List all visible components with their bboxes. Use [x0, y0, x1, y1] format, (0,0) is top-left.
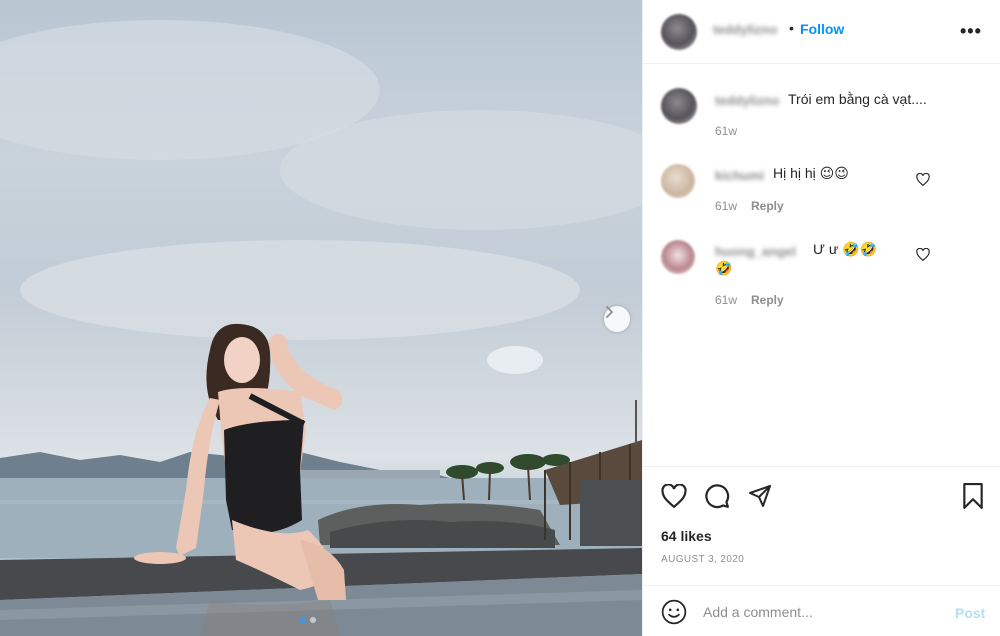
carousel-dot-active [300, 617, 306, 623]
post-photo-drawing [0, 20, 642, 636]
commenter-username[interactable]: teddylizno [715, 93, 779, 108]
chevron-right-icon [606, 306, 613, 318]
reply-button[interactable]: Reply [751, 293, 784, 307]
comment-item: kichumi Hị hị hị 😉😉 61w Reply [643, 160, 1000, 220]
emoji-icon[interactable] [661, 599, 687, 625]
post-header: teddylizno • Follow ••• [643, 0, 1000, 64]
comment-text-line2: 🤣 [715, 260, 733, 276]
commenter-avatar[interactable] [661, 164, 695, 198]
like-comment-heart-icon[interactable] [916, 173, 930, 186]
next-image-button[interactable] [604, 306, 630, 332]
comment-time[interactable]: 61w [715, 124, 737, 138]
carousel-dot [310, 617, 316, 623]
author-username[interactable]: teddylizno [713, 22, 777, 37]
comment-item: huong_angel Ư ư 🤣🤣 🤣 61w Reply [643, 236, 1000, 312]
share-icon[interactable] [747, 484, 773, 508]
like-comment-heart-icon[interactable] [916, 248, 930, 261]
commenter-username[interactable]: huong_angel [715, 244, 796, 259]
caption-comment: teddylizno Trói em bằng cà vạt.... 61w [643, 86, 1000, 146]
header-separator: • [789, 20, 794, 36]
heart-icon[interactable] [661, 484, 687, 508]
post-sidebar: teddylizno • Follow ••• teddylizno Trói … [642, 0, 1000, 636]
bookmark-icon[interactable] [961, 483, 985, 509]
carousel-dots [300, 617, 316, 623]
commenter-username[interactable]: kichumi [715, 168, 764, 183]
commenter-avatar[interactable] [661, 88, 697, 124]
add-comment-input[interactable] [703, 604, 933, 620]
post-comment-button[interactable]: Post [955, 605, 985, 621]
add-comment-bar: Post [643, 585, 1000, 636]
comment-time[interactable]: 61w [715, 293, 737, 307]
post-photo[interactable] [0, 0, 642, 636]
follow-button[interactable]: Follow [800, 21, 844, 37]
reply-button[interactable]: Reply [751, 199, 784, 213]
post-date: AUGUST 3, 2020 [661, 554, 745, 565]
comment-text: Trói em bằng cà vạt.... [788, 91, 927, 107]
likes-count[interactable]: 64 likes [661, 528, 712, 544]
comment-text: Ư ư 🤣🤣 [813, 241, 877, 257]
post-actions [643, 466, 1000, 586]
commenter-avatar[interactable] [661, 240, 695, 274]
author-avatar[interactable] [661, 14, 697, 50]
more-options-button[interactable]: ••• [960, 21, 982, 42]
comment-time[interactable]: 61w [715, 199, 737, 213]
comment-icon[interactable] [704, 483, 730, 509]
comment-text: Hị hị hị 😉😉 [773, 165, 849, 181]
